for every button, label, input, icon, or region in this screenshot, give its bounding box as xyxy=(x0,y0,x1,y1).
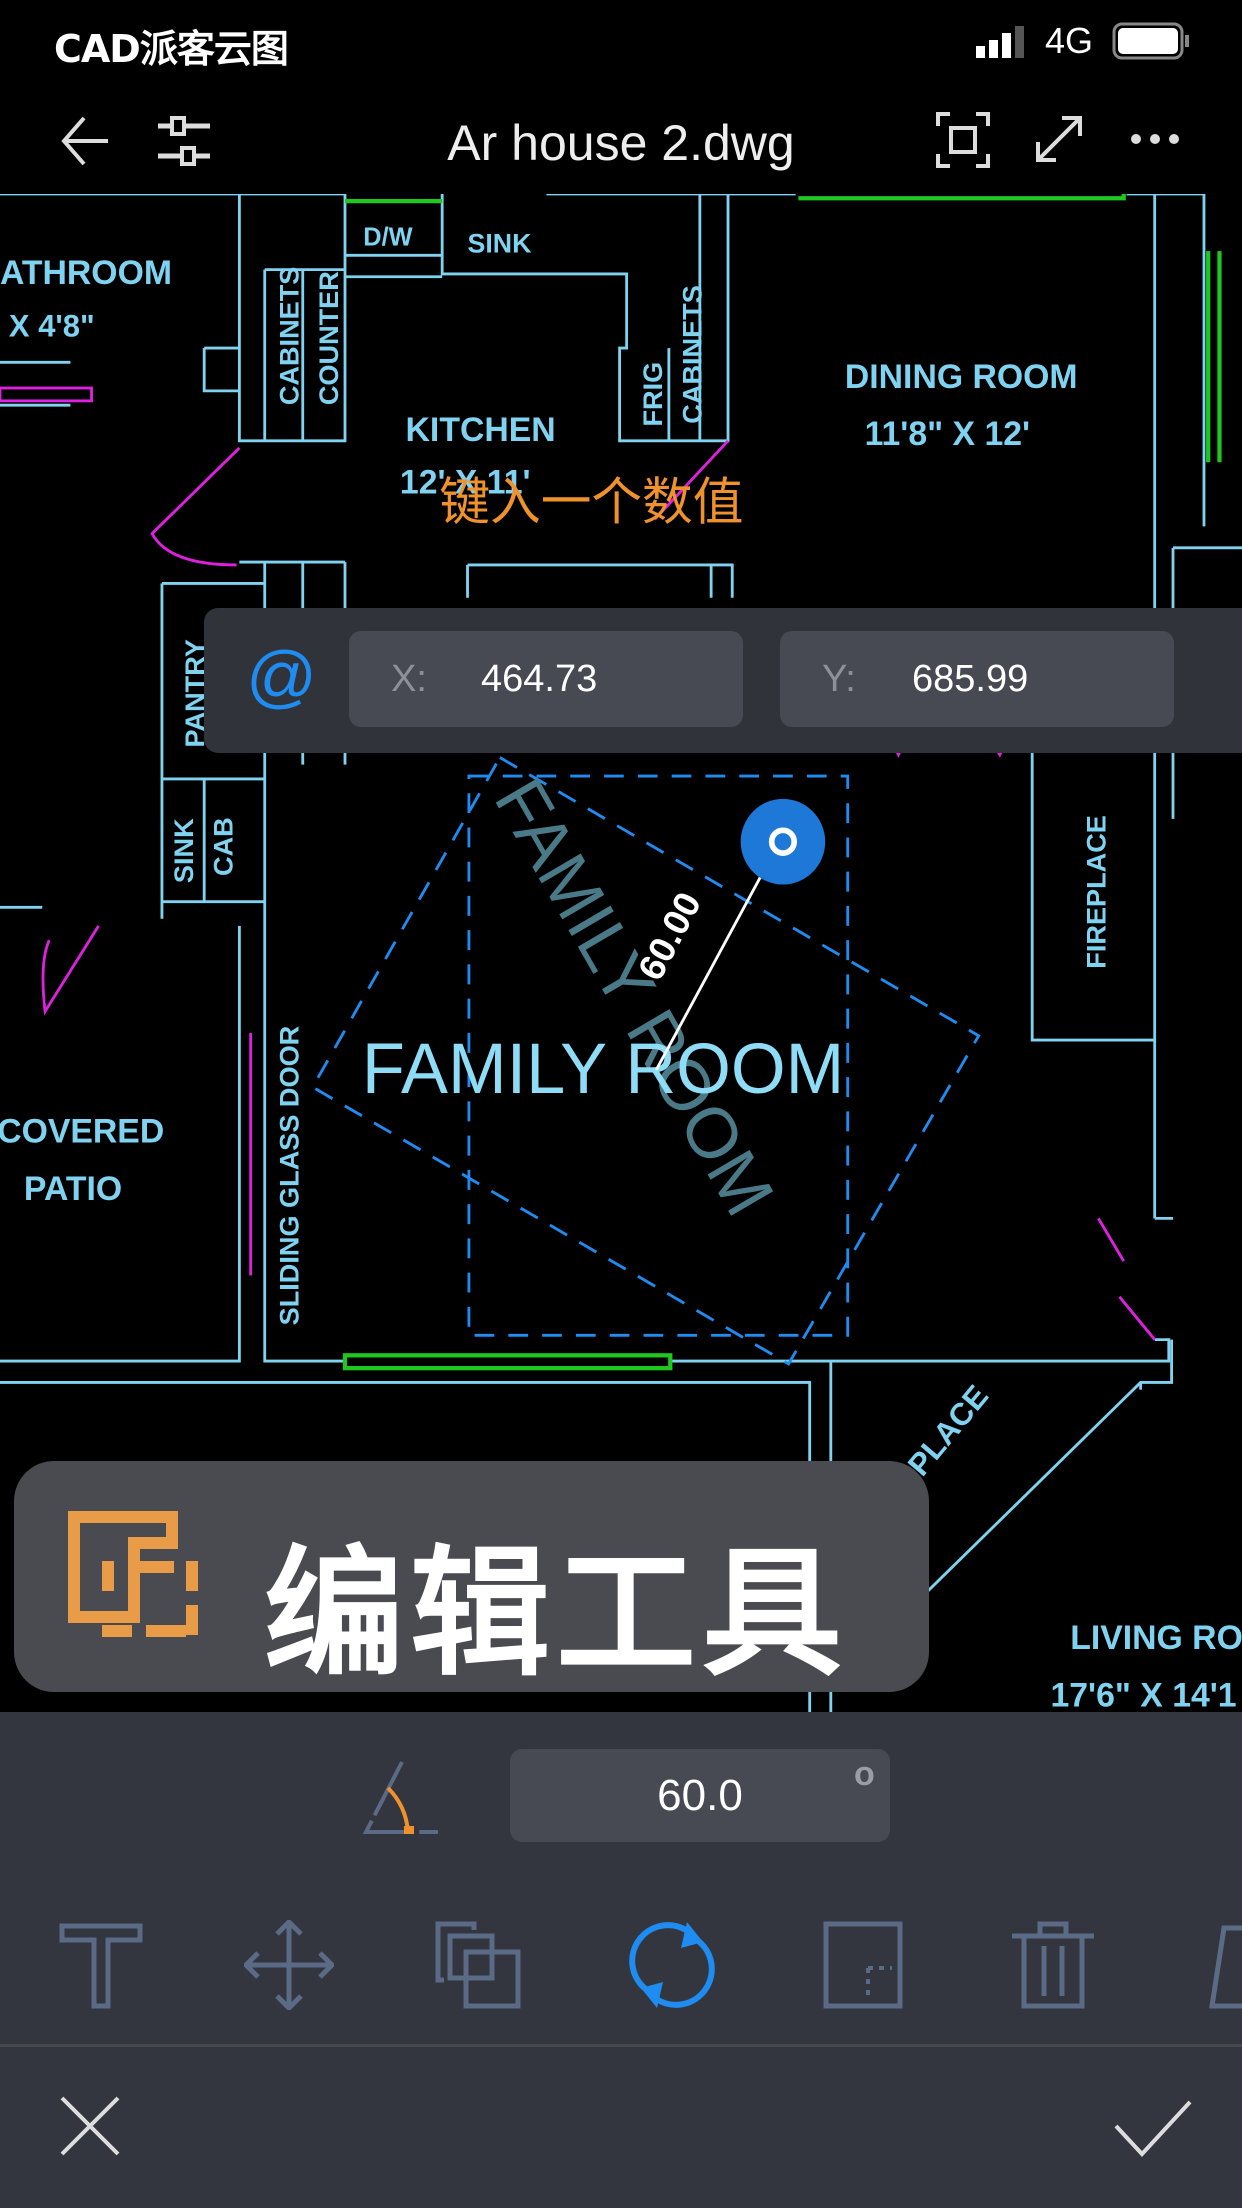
network-type: 4G xyxy=(1045,20,1094,61)
label-counter: COUNTER xyxy=(314,271,344,405)
x-value: 464.73 xyxy=(481,657,598,700)
label-frig: FRIG xyxy=(638,362,668,427)
rotation-handle[interactable] xyxy=(740,798,826,885)
x-label: X: xyxy=(391,657,427,700)
check-icon[interactable] xyxy=(1112,2098,1194,2158)
label-fireplace: FIREPLACE xyxy=(1082,815,1112,969)
divider xyxy=(0,2044,1242,2047)
family-room-text: FAMILY ROOM xyxy=(362,1029,844,1109)
edit-tools-banner: 编辑工具 xyxy=(14,1461,929,1696)
input-prompt: 键入一个数值 xyxy=(439,473,743,530)
label-cab: CAB xyxy=(209,817,239,876)
at-icon[interactable]: @ xyxy=(246,636,317,716)
move-icon[interactable] xyxy=(244,1920,334,2010)
x-input[interactable]: X: 464.73 xyxy=(349,631,743,727)
label-cabinets-left: CABINETS xyxy=(275,267,305,406)
rotate-panel: 60.0 o xyxy=(0,1712,1242,2208)
label-living: LIVING RO xyxy=(1070,1619,1242,1657)
label-sink-small: SINK xyxy=(169,818,199,883)
fit-screen-icon[interactable] xyxy=(936,112,990,168)
y-value: 685.99 xyxy=(912,657,1029,700)
status-bar: CAD派客云图 4G xyxy=(0,0,1242,84)
label-bathroom: ATHROOM xyxy=(0,254,172,292)
label-dining: DINING ROOM xyxy=(845,358,1078,396)
angle-value: 60.0 xyxy=(657,1771,743,1820)
label-covered: COVERED xyxy=(0,1113,164,1151)
label-kitchen: KITCHEN xyxy=(406,411,556,449)
rotation-preview: FAMILY ROOM FAMILY ROOM 60.00 xyxy=(310,755,981,1366)
label-patio: PATIO xyxy=(24,1170,122,1208)
angle-input[interactable]: 60.0 o xyxy=(510,1749,890,1842)
copy-icon[interactable] xyxy=(434,1920,524,2010)
header: Ar house 2.dwg xyxy=(0,84,1242,194)
label-sink-kitchen: SINK xyxy=(468,228,532,258)
label-place: PLACE xyxy=(901,1378,995,1482)
rotate-icon[interactable] xyxy=(627,1920,717,2010)
label-cabinets-right: CABINETS xyxy=(677,285,707,424)
angle-icon xyxy=(362,1761,438,1834)
y-label: Y: xyxy=(822,657,856,700)
label-dining-size: 11'8" X 12' xyxy=(865,415,1030,453)
battery-icon xyxy=(1112,22,1189,60)
coordinate-input-bar: @ X: 464.73 Y: 685.99 xyxy=(204,608,1242,753)
delete-icon[interactable] xyxy=(1008,1920,1098,2010)
text-icon[interactable] xyxy=(56,1920,146,2010)
more-icon[interactable] xyxy=(1130,132,1180,146)
y-input[interactable]: Y: 685.99 xyxy=(780,631,1174,727)
signal-icon xyxy=(976,26,1024,58)
label-bathroom-size: ' X 4'8" xyxy=(0,308,95,343)
banner-title: 编辑工具 xyxy=(264,1533,849,1696)
edit-tool-icon xyxy=(68,1511,198,1637)
label-sliding-door: SLIDING GLASS DOOR xyxy=(275,1026,305,1326)
label-dw: D/W xyxy=(363,223,413,251)
degree-unit: o xyxy=(854,1755,875,1793)
label-living-size: 17'6" X 14'1 xyxy=(1050,1676,1236,1712)
expand-icon[interactable] xyxy=(1034,114,1084,164)
scale-icon[interactable] xyxy=(818,1920,908,2010)
carrier-name: CAD派客云图 xyxy=(54,27,289,71)
close-icon[interactable] xyxy=(58,2094,122,2158)
stretch-icon[interactable] xyxy=(1208,1920,1242,2010)
